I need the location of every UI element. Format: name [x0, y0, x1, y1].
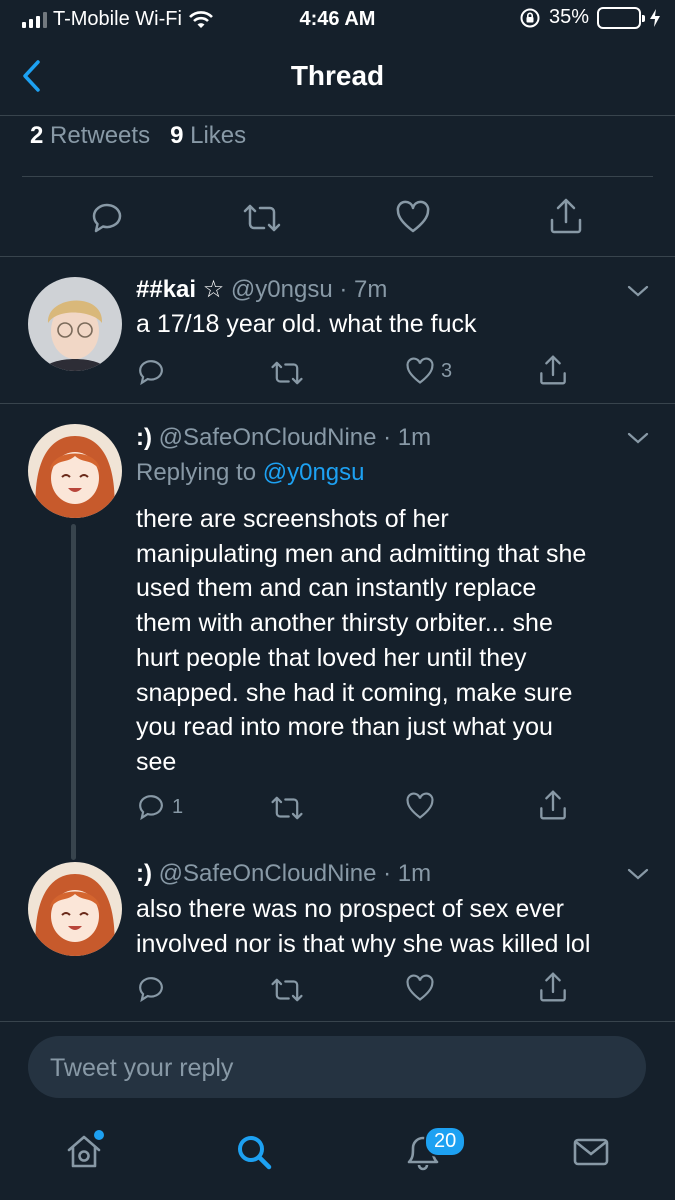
tweet-header: :) @SafeOnCloudNine · 1m [136, 860, 431, 888]
retweets-count: 2 [30, 122, 44, 149]
display-name[interactable]: :) [136, 860, 152, 887]
reply-input[interactable]: Tweet your reply [50, 1054, 233, 1083]
retweet-icon[interactable] [270, 794, 304, 822]
status-bar: T-Mobile Wi-Fi 4:46 AM 35% [0, 0, 675, 40]
replying-to: Replying to @y0ngsu [136, 459, 365, 487]
reply-icon[interactable] [136, 792, 166, 822]
battery-icon [597, 6, 645, 29]
tweet-text: also there was no prospect of sex ever i… [136, 892, 661, 961]
tweet-text-line: manipulating men and admitting that she [136, 539, 587, 568]
status-right: 35% [519, 6, 661, 29]
reply-icon[interactable] [89, 200, 125, 236]
tweet-reply-1[interactable]: ##kai ☆ @y0ngsu · 7m a 17/18 year old. w… [0, 257, 675, 403]
chevron-down-icon[interactable] [626, 430, 650, 446]
share-icon[interactable] [538, 353, 568, 387]
home-new-dot [94, 1130, 104, 1140]
main-tweet-actions [0, 190, 675, 246]
tweet-header: :) @SafeOnCloudNine · 1m [136, 424, 431, 452]
tweet-text-line: also there was no prospect of sex ever [136, 895, 565, 923]
handle-time[interactable]: @y0ngsu · 7m [231, 276, 387, 303]
reply-count: 1 [172, 795, 184, 818]
share-icon[interactable] [538, 788, 568, 822]
reply-composer[interactable]: Tweet your reply [28, 1036, 646, 1098]
tweet-text-line: hurt people that loved her until they [136, 643, 527, 672]
like-button[interactable]: 3 [405, 357, 452, 385]
tweet-text-line: you read into more than just what you [136, 713, 553, 742]
search-icon[interactable] [234, 1132, 274, 1172]
share-icon[interactable] [548, 196, 584, 236]
battery-percent: 35% [548, 6, 589, 28]
avatar[interactable] [28, 277, 122, 371]
tweet-header: ##kai ☆ @y0ngsu · 7m [136, 275, 387, 304]
retweets-label[interactable]: Retweets [50, 122, 150, 149]
replying-to-handle[interactable]: @y0ngsu [263, 459, 365, 486]
handle-time[interactable]: @SafeOnCloudNine · 1m [159, 860, 431, 887]
share-icon[interactable] [538, 970, 568, 1004]
notifications-badge: 20 [424, 1126, 467, 1157]
tweet-text-line: there are screenshots of her [136, 505, 449, 533]
like-heart-icon[interactable] [405, 792, 435, 820]
tweet-text: there are screenshots of her manipulatin… [136, 502, 656, 780]
messages-mail-icon[interactable] [571, 1132, 611, 1172]
display-name[interactable]: :) [136, 424, 152, 451]
display-name[interactable]: ##kai ☆ [136, 276, 224, 303]
divider [22, 176, 653, 177]
handle-time[interactable]: @SafeOnCloudNine · 1m [159, 424, 431, 451]
chevron-down-icon[interactable] [626, 283, 650, 299]
tweet-text-line: used them and can instantly replace [136, 574, 537, 603]
tweet-text: a 17/18 year old. what the fuck [136, 310, 477, 338]
like-count: 3 [441, 359, 453, 382]
tweet-text-line: see [136, 747, 177, 776]
replying-to-label: Replying to [136, 459, 257, 486]
likes-count: 9 [170, 122, 184, 149]
avatar[interactable] [28, 862, 122, 956]
like-heart-icon[interactable] [395, 200, 431, 234]
retweet-icon[interactable] [242, 202, 282, 234]
thread-connector [71, 524, 76, 860]
avatar[interactable] [28, 424, 122, 518]
tweet-text-line: involved nor is that why she was killed … [136, 929, 591, 958]
reply-icon[interactable] [136, 974, 166, 1004]
retweet-icon[interactable] [270, 359, 304, 387]
tweet-reply-3[interactable]: :) @SafeOnCloudNine · 1m also there was … [0, 842, 675, 1020]
nav-bar: Thread [0, 44, 675, 116]
tweet-reply-2[interactable]: :) @SafeOnCloudNine · 1m Replying to @y0… [0, 404, 675, 860]
likes-label[interactable]: Likes [190, 122, 246, 149]
tab-bar [0, 1110, 675, 1200]
retweet-icon[interactable] [270, 976, 304, 1004]
page-title: Thread [290, 60, 385, 91]
like-heart-icon[interactable] [405, 357, 435, 385]
charging-icon [650, 8, 660, 27]
reply-button[interactable]: 1 [136, 792, 183, 822]
like-heart-icon[interactable] [405, 974, 435, 1002]
chevron-down-icon[interactable] [626, 866, 650, 882]
tweet-text-line: them with another thirsty orbiter... she [136, 609, 553, 638]
divider [0, 1021, 675, 1022]
tweet-text-line: snapped. she had it coming, make sure [136, 678, 573, 707]
tweet-stats: 2 Retweets 9 Likes [30, 122, 246, 150]
reply-icon[interactable] [136, 357, 166, 387]
orientation-lock-icon [520, 8, 540, 27]
